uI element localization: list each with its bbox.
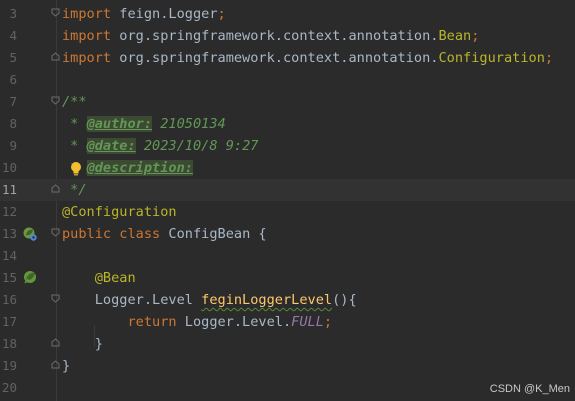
line-number[interactable]: 12 (0, 201, 17, 223)
code-token: Logger.Level. (184, 314, 292, 330)
code-text[interactable]: * @author: 21050134 (62, 113, 226, 135)
code-token: @date: (86, 138, 136, 154)
code-line[interactable]: 11 */ (0, 179, 575, 201)
code-text[interactable]: * @date: 2023/10/8 9:27 (62, 135, 258, 157)
code-token: ; (471, 28, 480, 44)
code-token: return (62, 314, 185, 330)
line-number[interactable]: 19 (0, 355, 17, 377)
code-token: org.springframework.context.annotation. (119, 28, 439, 44)
code-token: ; (217, 6, 226, 22)
code-line[interactable]: 15 @Bean (0, 267, 575, 289)
spring-bean-config-icon[interactable] (22, 226, 38, 242)
code-line[interactable]: 3 import feign.Logger; (0, 3, 575, 25)
code-text[interactable]: */ (62, 179, 87, 201)
code-line[interactable]: 4 import org.springframework.context.anno… (0, 25, 575, 47)
line-number[interactable]: 7 (0, 91, 17, 113)
code-token: /** (62, 94, 87, 110)
fold-marker[interactable] (51, 228, 60, 237)
code-token: 21050134 (152, 116, 226, 132)
fold-marker[interactable] (51, 8, 60, 17)
code-token: 2023/10/8 9:27 (135, 138, 259, 154)
line-number[interactable]: 8 (0, 113, 17, 135)
line-number[interactable]: 9 (0, 135, 17, 157)
indent-guide (94, 325, 95, 347)
code-token: ; (544, 50, 554, 66)
code-text[interactable]: } (62, 355, 70, 377)
code-token: import (62, 6, 120, 22)
code-token: ; (323, 314, 333, 330)
code-line[interactable]: 13 public class ConfigBean { (0, 223, 575, 245)
code-token: Bean (438, 28, 472, 44)
code-text[interactable]: @Bean (62, 267, 136, 289)
code-line[interactable]: 10 * @description: (0, 157, 575, 179)
fold-marker[interactable] (51, 96, 60, 105)
code-token: ConfigBean { (168, 226, 267, 242)
line-number[interactable]: 11 (0, 179, 17, 201)
line-number[interactable]: 20 (0, 377, 17, 399)
code-line[interactable]: 8 * @author: 21050134 (0, 113, 575, 135)
code-token: FULL (291, 314, 324, 330)
code-text[interactable]: public class ConfigBean { (62, 223, 267, 245)
code-token: * (62, 116, 87, 132)
code-token: * (62, 138, 87, 154)
code-text[interactable]: return Logger.Level.FULL; (62, 311, 332, 333)
code-token: @Configuration (62, 204, 177, 220)
code-token: import (62, 28, 120, 44)
code-token: @Bean (62, 270, 136, 286)
code-line[interactable]: 7 /** (0, 91, 575, 113)
code-editor[interactable]: 3 import feign.Logger; 4 import org.springf… (0, 0, 575, 401)
code-token: (){ (332, 292, 357, 308)
fold-marker[interactable] (51, 294, 60, 303)
line-number[interactable]: 4 (0, 25, 17, 47)
code-token: } (62, 336, 103, 352)
line-number[interactable]: 6 (0, 69, 17, 91)
code-line[interactable]: 6 (0, 69, 575, 91)
line-number[interactable]: 10 (0, 157, 17, 179)
code-line[interactable]: 5 import org.springframework.context.anno… (0, 47, 575, 69)
line-number[interactable]: 16 (0, 289, 17, 311)
code-token: Configuration (438, 50, 545, 66)
fold-marker[interactable] (51, 52, 60, 61)
code-line[interactable]: 14 (0, 245, 575, 267)
code-token: org.springframework.context.annotation. (119, 50, 439, 66)
fold-marker[interactable] (51, 360, 60, 369)
line-number[interactable]: 5 (0, 47, 17, 69)
line-number[interactable]: 13 (0, 223, 17, 245)
code-token: feign.Logger (119, 6, 218, 22)
watermark: CSDN @K_Men (489, 383, 570, 395)
code-line[interactable]: 12 @Configuration (0, 201, 575, 223)
code-token: @description: (86, 160, 193, 176)
code-token: import (62, 50, 120, 66)
code-token: feginLoggerLevel (201, 292, 333, 308)
code-token: */ (62, 182, 87, 198)
fold-marker[interactable] (51, 184, 60, 193)
code-line[interactable]: 19} (0, 355, 575, 377)
code-text[interactable]: @Configuration (62, 201, 177, 223)
code-token: } (62, 358, 71, 374)
code-text[interactable]: import org.springframework.context.annot… (62, 25, 479, 47)
lightbulb-icon[interactable] (70, 161, 82, 177)
line-number[interactable]: 3 (0, 3, 17, 25)
line-number[interactable]: 18 (0, 333, 17, 355)
code-line[interactable]: 17 return Logger.Level.FULL; (0, 311, 575, 333)
fold-marker[interactable] (51, 338, 60, 347)
code-text[interactable]: /** (62, 91, 87, 113)
code-token: @author: (86, 116, 153, 132)
code-line[interactable]: 20 (0, 377, 575, 399)
code-text[interactable]: Logger.Level feginLoggerLevel(){ (62, 289, 357, 311)
code-token: Logger.Level (62, 292, 202, 308)
code-text[interactable]: import org.springframework.context.annot… (62, 47, 553, 69)
line-number[interactable]: 15 (0, 267, 17, 289)
code-line[interactable]: 9 * @date: 2023/10/8 9:27 (0, 135, 575, 157)
line-number[interactable]: 17 (0, 311, 17, 333)
code-line[interactable]: 18 } (0, 333, 575, 355)
code-text[interactable]: import feign.Logger; (62, 3, 226, 25)
code-token: public class (62, 226, 169, 242)
spring-bean-icon[interactable] (22, 270, 38, 286)
line-number[interactable]: 14 (0, 245, 17, 267)
code-line[interactable]: 16 Logger.Level feginLoggerLevel(){ (0, 289, 575, 311)
code-text[interactable]: } (62, 333, 103, 355)
